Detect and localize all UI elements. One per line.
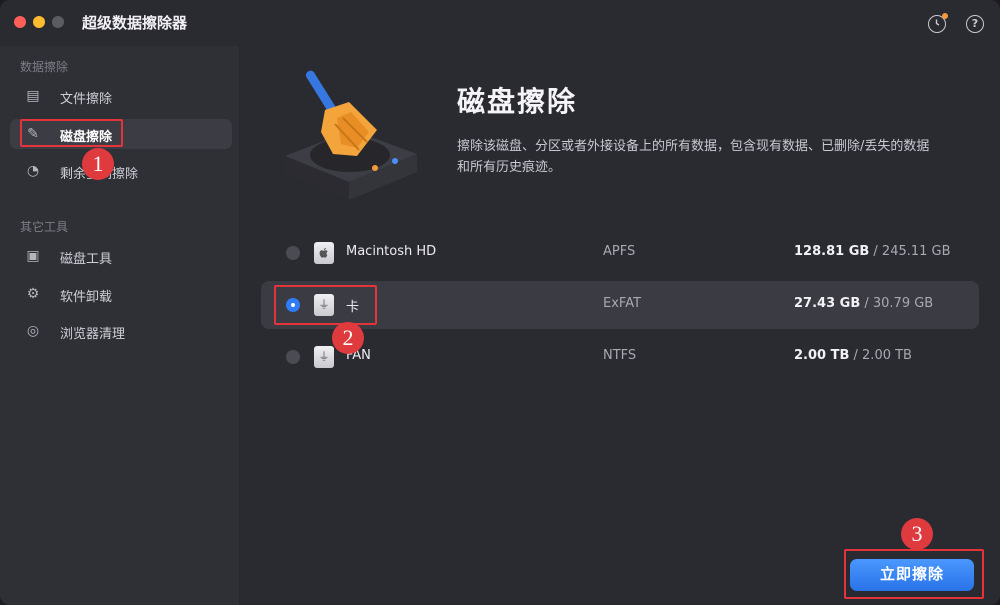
disk-filesystem: ExFAT [603, 296, 642, 311]
minimize-window-button[interactable] [33, 16, 45, 28]
disk-capacity: 2.00 TB / 2.00 TB [794, 348, 912, 363]
callout-badge-3: 3 [901, 518, 933, 550]
app-window: 超级数据擦除器 ? 数据擦除 ▤ 文件擦除 ✎ 磁盘擦除 ◔ 剩余空间擦除 其它… [0, 0, 1000, 605]
page-description: 擦除该磁盘、分区或者外接设备上的所有数据，包含现有数据、已删除/丢失的数据和所有… [457, 139, 930, 175]
disk-filesystem: APFS [603, 244, 636, 259]
usb-disk-icon: ⏚ [314, 346, 334, 368]
disk-filesystem: NTFS [603, 348, 637, 363]
browser-icon: ◎ [26, 323, 40, 339]
sidebar-item-browser-clean[interactable]: ◎ 浏览器清理 [10, 316, 232, 346]
disk-name: Macintosh HD [346, 244, 437, 259]
disk-used: 2.00 TB [794, 348, 850, 363]
sidebar-item-uninstall[interactable]: ⚙ 软件卸载 [10, 279, 232, 309]
callout-box-1 [20, 119, 123, 147]
sidebar-item-label: 浏览器清理 [60, 327, 126, 342]
disk-capacity: 27.43 GB / 30.79 GB [794, 296, 933, 311]
disk-row[interactable]: Macintosh HD APFS 128.81 GB / 245.11 GB [261, 229, 979, 277]
sidebar-section-other-tools: 其它工具 [20, 220, 69, 234]
uninstall-icon: ⚙ [26, 286, 40, 302]
sidebar-item-label: 磁盘工具 [60, 252, 113, 267]
sidebar-section-data-erase: 数据擦除 [20, 60, 69, 74]
callout-box-3 [844, 549, 984, 599]
page-title: 磁盘擦除 [457, 85, 578, 118]
disk-radio[interactable] [286, 246, 300, 260]
apple-disk-icon [314, 242, 334, 264]
pie-chart-icon: ◔ [26, 163, 40, 179]
sidebar-item-label: 软件卸载 [60, 290, 113, 305]
sidebar-item-disk-tool[interactable]: ▣ 磁盘工具 [10, 241, 232, 271]
disk-tool-icon: ▣ [26, 248, 40, 264]
disk-total: / 245.11 GB [869, 244, 951, 259]
title-bar: 超级数据擦除器 ? [0, 0, 1000, 46]
help-icon[interactable]: ? [966, 15, 984, 33]
disk-total: / 2.00 TB [849, 348, 912, 363]
app-title: 超级数据擦除器 [82, 14, 188, 32]
sidebar-item-label: 文件擦除 [60, 92, 113, 107]
disk-total: / 30.79 GB [860, 296, 934, 311]
sidebar-item-free-space-erase[interactable]: ◔ 剩余空间擦除 [10, 156, 232, 186]
disk-broom-illustration [285, 70, 417, 200]
disk-used: 27.43 GB [794, 296, 861, 311]
disk-capacity: 128.81 GB / 245.11 GB [794, 244, 951, 259]
callout-box-2 [274, 285, 377, 325]
clock-icon[interactable] [928, 13, 948, 33]
disk-used: 128.81 GB [794, 244, 870, 259]
callout-badge-2: 2 [332, 322, 364, 354]
sidebar-item-file-erase[interactable]: ▤ 文件擦除 [10, 81, 232, 111]
disk-row[interactable]: ⏚ FAN NTFS 2.00 TB / 2.00 TB [261, 333, 979, 381]
disk-radio[interactable] [286, 350, 300, 364]
zoom-window-button[interactable] [52, 16, 64, 28]
file-shred-icon: ▤ [26, 88, 40, 104]
callout-badge-1: 1 [82, 148, 114, 180]
close-window-button[interactable] [14, 16, 26, 28]
